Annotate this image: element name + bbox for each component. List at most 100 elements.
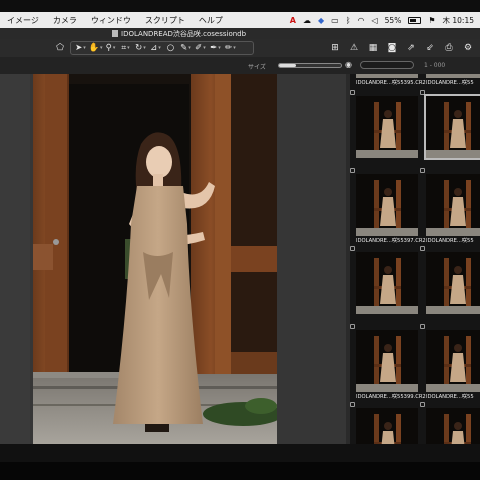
thumbnail-checkbox[interactable]: [420, 324, 425, 329]
screen-top-edge: [0, 0, 480, 12]
thumbnail-image[interactable]: [426, 174, 480, 236]
picker-tool-icon[interactable]: ✒ ▾: [208, 41, 223, 55]
grid-view-icon[interactable]: ⊞: [327, 41, 343, 55]
wifi-icon[interactable]: ◠: [358, 16, 365, 25]
clock[interactable]: 木 10:15: [443, 15, 475, 26]
battery-percent: 55%: [384, 15, 402, 25]
thumb-size-slider[interactable]: [278, 63, 342, 68]
process-icon[interactable]: ⚙: [460, 41, 476, 55]
document-title: IDOLANDREAD渋谷品咲.cosessiondb: [112, 29, 246, 39]
screen-bezel: [0, 462, 480, 480]
cloud-icon[interactable]: ☁: [303, 16, 311, 25]
thumbnail-filename: IDOLANDRE...咲55395.CR2: [356, 80, 426, 86]
search-input[interactable]: [360, 61, 414, 69]
eraser-tool-icon[interactable]: ✐ ▾: [193, 41, 208, 55]
proof-icon[interactable]: ▦: [365, 41, 381, 55]
thumbnail[interactable]: [420, 246, 480, 323]
copy-adjustments-icon[interactable]: ⇗: [403, 41, 419, 55]
photo-illustration: [33, 74, 277, 444]
window-title-bar: IDOLANDREAD渋谷品咲.cosessiondb: [0, 28, 480, 39]
hand-tool-icon[interactable]: ✋ ▾: [88, 41, 103, 55]
thumbnail-checkbox[interactable]: [350, 246, 355, 251]
thumbnail-image[interactable]: [356, 252, 418, 314]
image-count: 1 - 000: [424, 62, 446, 69]
cursor-tools-group: ➤ ▾ ✋ ▾ ⚲ ▾ ⌗ ▾ ↻ ▾ ⊿ ▾ ○ ✎ ▾ ✐ ▾ ✒ ▾ ✏ ▾: [70, 41, 254, 55]
thumbnail-image[interactable]: [426, 330, 480, 392]
thumbnail-checkbox[interactable]: [350, 168, 355, 173]
print-icon[interactable]: ⎙: [441, 41, 457, 55]
thumbnail[interactable]: IDOLANDRE...咲55: [420, 324, 480, 400]
thumbnail-checkbox[interactable]: [420, 246, 425, 251]
thumbnail-filename: [426, 315, 480, 323]
volume-icon[interactable]: ◁: [372, 16, 378, 25]
thumbnail[interactable]: IDOLANDRE...咲55: [420, 168, 480, 244]
thumbnail-filename: [426, 159, 480, 167]
thumbnail-filename: IDOLANDRE...咲55: [426, 238, 474, 244]
menu-camera[interactable]: カメラ: [46, 15, 84, 26]
document-icon: [112, 30, 118, 37]
thumbnail-filename: IDOLANDRE...咲55399.CR2: [356, 394, 426, 400]
thumbnail-checkbox[interactable]: [350, 402, 355, 407]
thumbnail-filename: IDOLANDRE...咲55: [426, 394, 474, 400]
thumbnail-image[interactable]: [356, 74, 418, 78]
flag-icon[interactable]: ⚑: [428, 16, 435, 25]
thumbnail[interactable]: [420, 402, 480, 444]
image-browser: IDOLANDRE...咲55395.CR2 IDOLANDRE...咲55 IDO…: [350, 74, 480, 444]
thumbnail-image[interactable]: [356, 408, 418, 444]
right-toolbar: ⊞ ⚠ ▦ ◙ ⇗ ⇙ ⎙ ⚙: [327, 41, 476, 55]
thumbnail[interactable]: [350, 90, 422, 164]
thumbnail-checkbox[interactable]: [420, 90, 425, 95]
thumbnail-image[interactable]: [426, 252, 480, 314]
thumbnail[interactable]: [350, 402, 422, 444]
crop-tool-icon[interactable]: ⌗ ▾: [118, 41, 133, 55]
thumbnail-image[interactable]: [426, 408, 480, 444]
keystone-tool-icon[interactable]: ⊿ ▾: [148, 41, 163, 55]
menu-bar: イメージ カメラ ウィンドウ スクリプト ヘルプ A ☁ ◆ ▭ ᛒ ◠ ◁ 5…: [0, 12, 480, 28]
thumbnail-filename: [356, 159, 428, 167]
thumbnail-image[interactable]: [424, 94, 480, 160]
menu-script[interactable]: スクリプト: [138, 15, 192, 26]
thumbnail-image[interactable]: [356, 330, 418, 392]
annotation-tool-icon[interactable]: ✏ ▾: [223, 41, 238, 55]
warning-icon[interactable]: ⚠: [346, 41, 362, 55]
menu-window[interactable]: ウィンドウ: [84, 15, 138, 26]
document-title-text: IDOLANDREAD渋谷品咲.cosessiondb: [121, 30, 247, 38]
thumbnail-checkbox[interactable]: [350, 324, 355, 329]
thumbnail[interactable]: IDOLANDRE...咲55399.CR2: [350, 324, 426, 400]
rotate-tool-icon[interactable]: ↻ ▾: [133, 41, 148, 55]
brush-tool-icon[interactable]: ✎ ▾: [178, 41, 193, 55]
thumbnail[interactable]: IDOLANDRE...咲55395.CR2: [350, 74, 426, 86]
airplay-icon[interactable]: ▭: [331, 16, 339, 25]
battery-icon[interactable]: [408, 16, 422, 24]
thumbnail-filename: [356, 315, 428, 323]
menu-image[interactable]: イメージ: [0, 15, 46, 26]
import-icon[interactable]: ⬠: [52, 41, 68, 55]
thumb-size-label: サイズ: [248, 64, 266, 71]
spot-removal-icon[interactable]: ○: [163, 41, 178, 55]
thumbnail-image[interactable]: [356, 174, 418, 236]
thumbnail-checkbox[interactable]: [350, 90, 355, 95]
thumbnail[interactable]: IDOLANDRE...咲55397.CR2: [350, 168, 426, 244]
camera-icon[interactable]: ◙: [384, 41, 400, 55]
viewer-left-margin: [0, 74, 30, 444]
zoom-tool-icon[interactable]: ⚲ ▾: [103, 41, 118, 55]
bluetooth-icon[interactable]: ᛒ: [346, 16, 351, 25]
status-area: A ☁ ◆ ▭ ᛒ ◠ ◁ 55% ⚑ 木 10:15: [290, 15, 480, 26]
thumbnail[interactable]: [350, 246, 422, 320]
thumbnail-image[interactable]: [426, 74, 480, 78]
menu-help[interactable]: ヘルプ: [192, 15, 230, 26]
browser-info-bar: サイズ ◉ 1 - 000: [0, 57, 480, 74]
thumbnail-image[interactable]: [356, 96, 418, 158]
thumbnail-checkbox[interactable]: [420, 168, 425, 173]
eye-icon[interactable]: ◉: [345, 60, 352, 69]
thumbnail[interactable]: [420, 90, 480, 167]
slider-fill: [279, 64, 297, 67]
select-arrow-icon[interactable]: ➤ ▾: [73, 41, 88, 55]
thumbnail[interactable]: IDOLANDRE...咲55: [420, 74, 480, 86]
main-photo[interactable]: [33, 74, 277, 444]
apply-adjustments-icon[interactable]: ⇙: [422, 41, 438, 55]
thumbnail-checkbox[interactable]: [420, 402, 425, 407]
adobe-icon[interactable]: A: [290, 16, 296, 25]
color-sync-icon[interactable]: ◆: [318, 16, 324, 25]
thumbnail-filename: IDOLANDRE...咲55: [426, 80, 474, 86]
